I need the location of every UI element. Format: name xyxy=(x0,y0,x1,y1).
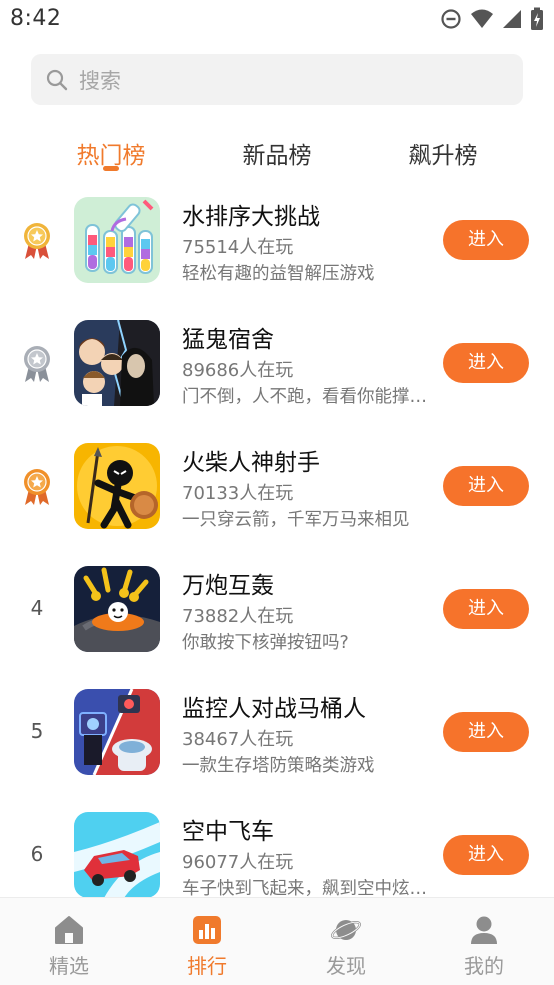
search-placeholder: 搜索 xyxy=(79,69,121,93)
game-description: 轻松有趣的益智解压游戏 xyxy=(182,264,375,284)
nav-label: 排行 xyxy=(187,954,227,978)
rank-number: 5 xyxy=(30,719,44,743)
tab-new[interactable]: 新品榜 xyxy=(217,136,337,170)
game-name: 监控人对战马桶人 xyxy=(182,696,366,722)
enter-button[interactable]: 进入 xyxy=(443,466,529,506)
game-description: 门不倒，人不跑，看看你能撑过几晚 xyxy=(182,387,440,407)
list-item[interactable]: 5 监控人对战马桶人 38467人在玩 一款生存塔防策略类游戏 进入 xyxy=(0,689,554,812)
wifi-icon xyxy=(471,9,493,28)
game-description: 一只穿云箭，千军万马来相见 xyxy=(182,510,410,530)
game-icon-ghost-dorm[interactable] xyxy=(74,320,160,406)
game-icon-cannon-war[interactable] xyxy=(74,566,160,652)
profile-icon xyxy=(471,916,497,944)
game-icon-flying-car[interactable] xyxy=(74,812,160,898)
list-item[interactable]: 火柴人神射手 70133人在玩 一只穿云箭，千军万马来相见 进入 xyxy=(0,443,554,566)
enter-button[interactable]: 进入 xyxy=(443,589,529,629)
ranking-icon xyxy=(193,916,221,944)
rank-number: 6 xyxy=(30,842,44,866)
nav-label: 发现 xyxy=(326,954,366,978)
list-item[interactable]: 猛鬼宿舍 89686人在玩 门不倒，人不跑，看看你能撑过几晚 进入 xyxy=(0,320,554,443)
game-player-count: 96077人在玩 xyxy=(182,852,294,873)
bottom-nav: 精选 排行 发现 我的 xyxy=(0,897,554,985)
game-player-count: 75514人在玩 xyxy=(182,237,294,258)
game-player-count: 73882人在玩 xyxy=(182,606,294,627)
nav-item-ranking[interactable]: 排行 xyxy=(138,898,276,985)
search-input[interactable]: 搜索 xyxy=(31,54,523,105)
game-icon-camera-vs-toilet[interactable] xyxy=(74,689,160,775)
search-icon xyxy=(46,69,68,91)
enter-button[interactable]: 进入 xyxy=(443,835,529,875)
game-name: 猛鬼宿舍 xyxy=(182,327,274,353)
list-item[interactable]: 水排序大挑战 75514人在玩 轻松有趣的益智解压游戏 进入 xyxy=(0,197,554,320)
home-icon xyxy=(55,916,83,944)
status-bar: 8:42 xyxy=(0,0,554,38)
enter-button[interactable]: 进入 xyxy=(443,712,529,752)
game-name: 万炮互轰 xyxy=(182,573,274,599)
game-name: 空中飞车 xyxy=(182,819,274,845)
enter-button[interactable]: 进入 xyxy=(443,220,529,260)
nav-item-featured[interactable]: 精选 xyxy=(0,898,138,985)
tab-rising[interactable]: 飙升榜 xyxy=(383,136,503,170)
status-icons xyxy=(440,7,544,31)
game-description: 你敢按下核弹按钮吗? xyxy=(182,633,349,653)
tab-active-indicator xyxy=(103,166,119,171)
silver-medal-icon xyxy=(24,346,50,382)
bronze-medal-icon xyxy=(24,469,50,505)
game-player-count: 38467人在玩 xyxy=(182,729,294,750)
planet-icon xyxy=(331,920,361,940)
game-description: 一款生存塔防策略类游戏 xyxy=(182,756,375,776)
game-name: 火柴人神射手 xyxy=(182,450,320,476)
signal-icon xyxy=(503,10,521,28)
gold-medal-icon xyxy=(24,223,50,259)
tab-hot[interactable]: 热门榜 xyxy=(51,136,171,170)
rank-number: 4 xyxy=(30,596,44,620)
game-icon-water-sort[interactable] xyxy=(74,197,160,283)
nav-item-mine[interactable]: 我的 xyxy=(415,898,553,985)
game-player-count: 70133人在玩 xyxy=(182,483,294,504)
nav-label: 精选 xyxy=(49,954,89,978)
list-item[interactable]: 4 万炮互轰 73882人在玩 你敢按下核弹按钮吗? 进入 xyxy=(0,566,554,689)
nav-label: 我的 xyxy=(464,954,504,978)
battery-icon xyxy=(531,7,543,30)
game-player-count: 89686人在玩 xyxy=(182,360,294,381)
game-name: 水排序大挑战 xyxy=(182,204,320,230)
game-icon-stickman-archer[interactable] xyxy=(74,443,160,529)
dnd-icon xyxy=(441,9,461,29)
status-time: 8:42 xyxy=(10,6,62,31)
nav-item-discover[interactable]: 发现 xyxy=(277,898,415,985)
enter-button[interactable]: 进入 xyxy=(443,343,529,383)
